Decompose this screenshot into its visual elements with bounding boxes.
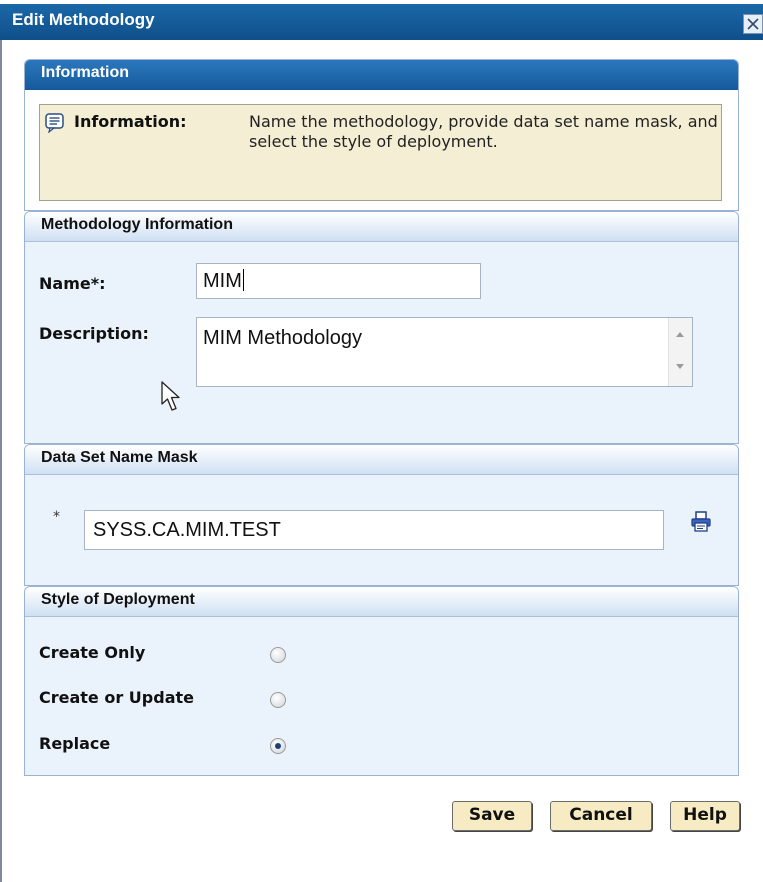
description-textarea[interactable]: MIM Methodology — [196, 317, 693, 387]
radio-create-or-update[interactable] — [270, 692, 286, 708]
option-replace-label: Replace — [39, 734, 111, 753]
name-label: Name*: — [39, 274, 106, 293]
information-message: Name the methodology, provide data set n… — [249, 112, 718, 151]
close-icon — [747, 18, 759, 30]
option-create-or-update-label: Create or Update — [39, 688, 194, 707]
text-cursor — [242, 269, 244, 291]
radio-replace[interactable] — [270, 738, 286, 754]
style-of-deployment-panel: Style of Deployment Create Only Create o… — [24, 586, 739, 776]
name-input[interactable]: MIM — [196, 263, 481, 299]
dialog-title-bar[interactable]: Edit Methodology — [0, 4, 763, 40]
data-set-name-mask-panel: Data Set Name Mask * SYSS.CA.MIM.TEST — [24, 444, 739, 586]
information-label: Information: — [74, 112, 187, 131]
information-message-box: Information: Name the methodology, provi… — [39, 104, 722, 201]
scroll-down-arrow-icon[interactable] — [676, 364, 684, 369]
description-label: Description: — [39, 324, 149, 343]
name-input-value: MIM — [203, 270, 242, 292]
lookup-icon[interactable] — [691, 511, 711, 533]
required-marker: * — [53, 509, 60, 525]
methodology-information-header: Methodology Information — [25, 212, 738, 242]
description-scrollbar[interactable] — [668, 318, 692, 386]
data-set-name-mask-header: Data Set Name Mask — [25, 445, 738, 475]
information-panel-header: Information — [25, 60, 738, 90]
cancel-button[interactable]: Cancel — [550, 801, 652, 831]
radio-create-only[interactable] — [270, 647, 286, 663]
mouse-pointer-icon — [161, 381, 180, 411]
information-panel: Information Information: Name the method… — [24, 59, 739, 211]
dialog-left-border — [0, 40, 2, 882]
data-set-mask-value: SYSS.CA.MIM.TEST — [93, 519, 281, 541]
scroll-up-arrow-icon[interactable] — [676, 332, 684, 337]
close-button[interactable] — [743, 14, 763, 34]
help-button[interactable]: Help — [670, 801, 740, 831]
data-set-mask-input[interactable]: SYSS.CA.MIM.TEST — [84, 510, 664, 550]
description-value: MIM Methodology — [203, 327, 362, 349]
save-button[interactable]: Save — [452, 801, 532, 831]
style-of-deployment-header: Style of Deployment — [25, 587, 738, 617]
dialog-title: Edit Methodology — [12, 10, 155, 29]
methodology-information-panel: Methodology Information Name*: MIM Descr… — [24, 211, 739, 444]
info-message-icon — [45, 113, 64, 133]
edit-methodology-dialog: Edit Methodology Information Information… — [0, 0, 763, 882]
option-create-only-label: Create Only — [39, 643, 146, 662]
